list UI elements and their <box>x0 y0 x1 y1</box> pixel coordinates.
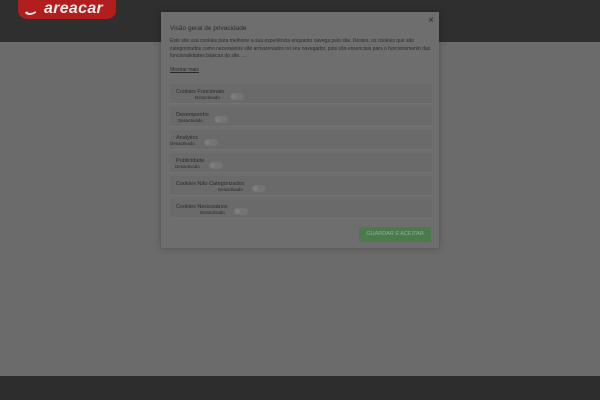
logo-text: areacar <box>44 0 104 17</box>
cookie-category-nao-categorizados[interactable]: Cookies Não Categorizados Desactivado <box>170 176 432 196</box>
cookie-category-necessarios[interactable]: Cookies Necessários Desactivado <box>170 199 432 219</box>
areacar-logo[interactable]: areacar <box>18 0 116 19</box>
save-and-accept-button[interactable]: GUARDAR E ACEITAR <box>359 227 431 242</box>
category-toggle[interactable] <box>230 93 244 100</box>
category-toggle[interactable] <box>214 116 228 123</box>
category-status: Desactivado <box>178 118 203 123</box>
modal-title: Visão geral de privacidade <box>170 25 247 32</box>
site-footer <box>0 376 600 400</box>
category-status: Desactivado <box>200 210 225 215</box>
category-toggle[interactable] <box>252 185 266 192</box>
category-status: Desactivado <box>195 95 220 100</box>
category-toggle[interactable] <box>204 139 218 146</box>
category-status: Desactivado <box>175 164 200 169</box>
cookie-category-publicidade[interactable]: Publicidade Desactivado <box>170 153 432 173</box>
privacy-modal: × Visão geral de privacidade Este site u… <box>161 12 439 248</box>
modal-description: Este site usa cookies para melhorar a su… <box>170 38 431 59</box>
cookie-category-analytics[interactable]: Analytics Desactivado <box>170 130 432 150</box>
cookie-category-funcionais[interactable]: Cookies Funcionais Desactivado <box>170 84 432 104</box>
category-status: Desactivado <box>218 187 243 192</box>
category-status: Desactivado <box>170 141 195 146</box>
category-toggle[interactable] <box>234 208 248 215</box>
close-icon[interactable]: × <box>428 15 434 27</box>
show-more-link[interactable]: Mostrar mais <box>170 67 199 73</box>
cookie-category-desempenho[interactable]: Desempenho Desactivado <box>170 107 432 127</box>
category-toggle[interactable] <box>209 162 223 169</box>
logo-swoosh-icon <box>21 4 43 15</box>
